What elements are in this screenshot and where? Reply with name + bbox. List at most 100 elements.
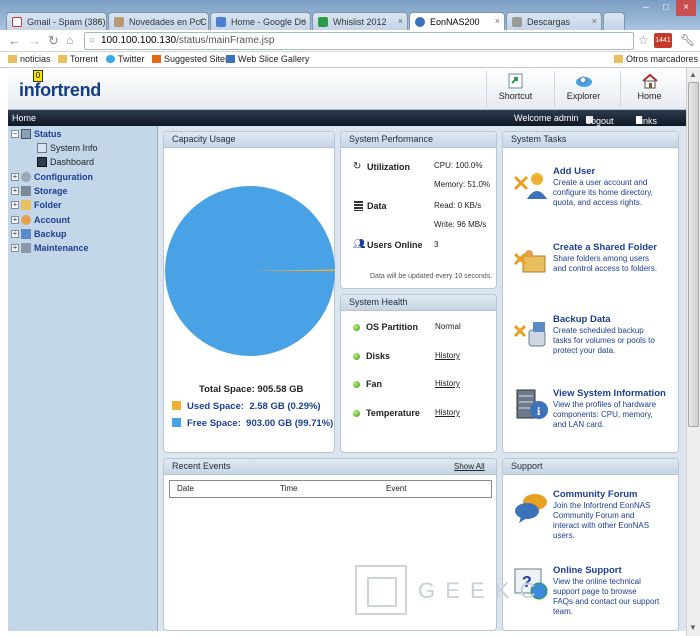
new-tab-button[interactable] <box>603 12 625 31</box>
sidebar-item-backup[interactable]: + Backup <box>11 229 151 240</box>
close-tab-icon[interactable]: × <box>301 16 306 26</box>
system-health-panel: System Health OS Partition Normal Disks … <box>340 294 497 453</box>
folder-icon <box>58 55 67 63</box>
browser-tab-wishlist[interactable]: Whislist 2012 × <box>312 12 408 31</box>
folder-icon <box>8 55 17 63</box>
maximize-button[interactable]: □ <box>656 0 676 16</box>
show-all-link[interactable]: Show All <box>454 462 485 471</box>
browser-tab-google-docs[interactable]: Home - Google Do × <box>210 12 311 31</box>
back-arrow-icon[interactable]: ← <box>8 34 21 47</box>
expand-icon[interactable]: + <box>11 230 19 238</box>
scroll-down-arrow-icon[interactable]: ▼ <box>689 623 697 632</box>
column-date[interactable]: Date <box>177 484 194 493</box>
app-header: 0 infortrend Shortcut Explorer Home <box>8 68 686 110</box>
url-input[interactable]: ○ 100.100.100.130/status/mainFrame.jsp <box>84 32 634 50</box>
sidebar-item-dashboard[interactable]: Dashboard <box>23 157 143 168</box>
system-information-icon: i <box>516 389 548 419</box>
backup-data-task[interactable]: Backup Data Create scheduled backup task… <box>509 314 674 359</box>
browser-tab-descargas[interactable]: Descargas × <box>506 12 602 31</box>
sidebar-item-status[interactable]: − Status <box>11 129 151 140</box>
browser-tab-gmail[interactable]: Gmail - Spam (386) × <box>6 12 107 31</box>
close-tab-icon[interactable]: × <box>97 16 102 26</box>
star-bookmark-icon[interactable]: ☆ <box>638 34 649 47</box>
page-scrollbar[interactable]: ▲ ▼ <box>686 68 700 636</box>
tools-icon <box>21 243 31 253</box>
add-user-task[interactable]: Add User Create a user account and confi… <box>509 166 674 216</box>
disks-label: Disks <box>366 351 391 361</box>
explorer-button[interactable]: Explorer <box>554 71 612 107</box>
sidebar-item-storage[interactable]: + Storage <box>11 186 151 197</box>
scroll-up-arrow-icon[interactable]: ▲ <box>689 70 697 79</box>
expand-icon[interactable]: + <box>11 244 19 252</box>
fan-history-link[interactable]: History <box>435 379 460 388</box>
view-system-information-task[interactable]: i View System Information View the profi… <box>509 388 674 433</box>
close-tab-icon[interactable]: × <box>592 16 597 26</box>
shortcut-button[interactable]: Shortcut <box>486 71 544 107</box>
temperature-history-link[interactable]: History <box>435 408 460 417</box>
users-online-value: 3 <box>434 240 439 249</box>
sidebar-item-system-info[interactable]: System Info <box>23 143 143 154</box>
other-bookmarks[interactable]: Otros marcadores <box>614 54 698 64</box>
disks-history-link[interactable]: History <box>435 351 460 360</box>
column-time[interactable]: Time <box>280 484 297 493</box>
bookmark-torrent[interactable]: Torrent <box>58 54 98 64</box>
expand-icon[interactable]: + <box>11 216 19 224</box>
utilization-label: Utilization <box>367 162 410 172</box>
close-tab-icon[interactable]: × <box>398 16 403 26</box>
expand-icon[interactable]: + <box>11 187 19 195</box>
sidebar-item-account[interactable]: + Account <box>11 215 151 226</box>
close-window-button[interactable]: × <box>676 0 696 16</box>
docs-icon <box>216 17 226 27</box>
fan-label: Fan <box>366 379 383 389</box>
panel-title: Capacity Usage <box>164 132 334 148</box>
wrench-menu-icon[interactable]: 🔧︎ <box>680 34 695 47</box>
monitor-icon <box>21 129 31 139</box>
panel-title: System Health <box>341 295 496 311</box>
system-tasks-panel: System Tasks Add User Create a user acco… <box>502 131 679 453</box>
sidebar-item-configuration[interactable]: + Configuration <box>11 172 151 183</box>
bookmark-twitter[interactable]: Twitter <box>106 54 145 64</box>
total-space: Total Space: 905.58 GB <box>199 384 304 395</box>
bookmark-suggested-sites[interactable]: Suggested Sites <box>152 54 230 64</box>
capacity-pie-chart <box>165 186 336 356</box>
used-legend-swatch <box>172 401 181 410</box>
minimize-button[interactable]: – <box>636 0 656 16</box>
create-shared-folder-task[interactable]: Create a Shared Folder Share folders amo… <box>509 242 674 282</box>
close-tab-icon[interactable]: × <box>199 16 204 26</box>
reload-icon[interactable]: ↻ <box>48 34 59 47</box>
scrollbar-thumb[interactable] <box>688 82 699 427</box>
panel-title: System Performance <box>341 132 496 148</box>
sidebar-nav: − Status System Info Dashboard + Configu… <box>8 126 158 631</box>
dashboard-icon <box>37 157 47 167</box>
support-panel: Support Community Forum Join the Infortr… <box>502 458 679 631</box>
users-icon: 👥︎ <box>353 239 366 250</box>
welcome-text: Welcome admin <box>514 113 579 123</box>
panel-title: Recent Events <box>164 459 496 475</box>
column-event[interactable]: Event <box>386 484 406 493</box>
update-note: Data will be updated every 10 seconds. <box>370 273 493 280</box>
sidebar-item-folder[interactable]: + Folder <box>11 200 151 211</box>
forward-arrow-icon[interactable]: → <box>28 34 41 47</box>
events-table-header: Date Time Event <box>169 480 492 498</box>
gmail-icon <box>12 17 22 27</box>
gmail-checker-icon[interactable]: 1441 <box>654 33 672 48</box>
browser-tab-novedades[interactable]: Novedades en PcC × <box>108 12 209 31</box>
sidebar-item-maintenance[interactable]: + Maintenance <box>11 243 151 254</box>
community-forum-link[interactable]: Community Forum Join the Infortrend EonN… <box>509 489 674 540</box>
home-icon[interactable]: ⌂ <box>66 34 73 47</box>
links-menu[interactable]: Links ▾ <box>636 113 657 126</box>
system-info-icon <box>37 143 47 153</box>
bookmark-web-slice-gallery[interactable]: Web Slice Gallery <box>226 54 309 64</box>
home-button[interactable]: Home <box>620 71 678 107</box>
explorer-icon <box>575 76 592 87</box>
expand-icon[interactable]: + <box>11 173 19 181</box>
close-tab-icon[interactable]: × <box>495 16 500 26</box>
expand-icon[interactable]: + <box>11 201 19 209</box>
add-user-icon <box>513 173 547 199</box>
collapse-icon[interactable]: − <box>11 130 19 138</box>
home-link[interactable]: Home <box>12 113 36 123</box>
browser-tab-eonnas[interactable]: EonNAS200 × <box>409 12 505 32</box>
database-icon <box>354 201 363 211</box>
address-toolbar: ← → ↻ ⌂ ○ 100.100.100.130/status/mainFram… <box>0 30 700 52</box>
bookmark-noticias[interactable]: noticias <box>8 54 51 64</box>
